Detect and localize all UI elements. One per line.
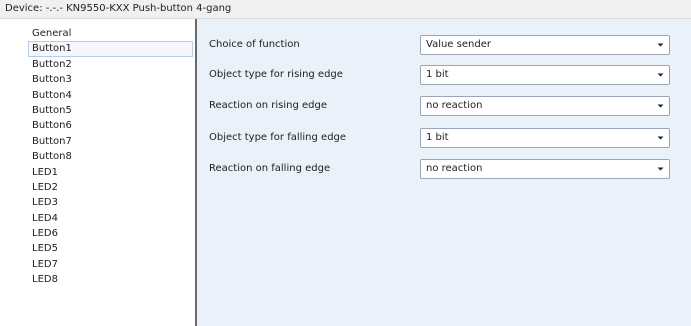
param-label: Object type for falling edge xyxy=(209,132,347,143)
parameter-panel: Choice of function Value sender Object t… xyxy=(197,19,691,326)
sidebar-item-button6[interactable]: Button6 xyxy=(28,118,193,133)
sidebar-item-led7[interactable]: LED7 xyxy=(28,257,193,272)
sidebar-item-button2[interactable]: Button2 xyxy=(28,57,193,72)
parameter-window: Device: -.-.- KN9550-KXX Push-button 4-g… xyxy=(0,0,691,326)
param-row-reaction-rising: Reaction on rising edge no reaction xyxy=(197,96,691,116)
sidebar-item-led2[interactable]: LED2 xyxy=(28,180,193,195)
reaction-falling-dropdown[interactable]: no reaction xyxy=(420,159,670,179)
param-label: Choice of function xyxy=(209,39,300,50)
sidebar-item-led8[interactable]: LED8 xyxy=(28,272,193,287)
dropdown-value: 1 bit xyxy=(426,132,449,143)
sidebar-item-button4[interactable]: Button4 xyxy=(28,88,193,103)
sidebar-item-led6[interactable]: LED6 xyxy=(28,226,193,241)
chevron-down-icon xyxy=(657,167,664,171)
parameter-tree: General Button1 Button2 Button3 Button4 … xyxy=(0,19,195,326)
reaction-rising-dropdown[interactable]: no reaction xyxy=(420,96,670,116)
sidebar-item-button7[interactable]: Button7 xyxy=(28,134,193,149)
sidebar-item-button5[interactable]: Button5 xyxy=(28,103,193,118)
window-title: Device: -.-.- KN9550-KXX Push-button 4-g… xyxy=(5,3,232,14)
param-row-object-type-falling: Object type for falling edge 1 bit xyxy=(197,128,691,148)
sidebar-list: General Button1 Button2 Button3 Button4 … xyxy=(28,26,193,288)
param-label: Reaction on falling edge xyxy=(209,163,331,174)
sidebar-item-button3[interactable]: Button3 xyxy=(28,72,193,87)
sidebar-item-led5[interactable]: LED5 xyxy=(28,241,193,256)
sidebar-item-led4[interactable]: LED4 xyxy=(28,211,193,226)
param-row-object-type-rising: Object type for rising edge 1 bit xyxy=(197,65,691,85)
param-label: Reaction on rising edge xyxy=(209,100,327,111)
param-row-choice-of-function: Choice of function Value sender xyxy=(197,35,691,55)
title-bar: Device: -.-.- KN9550-KXX Push-button 4-g… xyxy=(0,0,691,19)
chevron-down-icon xyxy=(657,73,664,77)
param-label: Object type for rising edge xyxy=(209,69,343,80)
chevron-down-icon xyxy=(657,104,664,108)
dropdown-value: no reaction xyxy=(426,163,483,174)
object-type-rising-dropdown[interactable]: 1 bit xyxy=(420,65,670,85)
dropdown-value: 1 bit xyxy=(426,69,449,80)
sidebar-item-button8[interactable]: Button8 xyxy=(28,149,193,164)
sidebar-item-led3[interactable]: LED3 xyxy=(28,195,193,210)
sidebar-item-general[interactable]: General xyxy=(28,26,193,41)
chevron-down-icon xyxy=(657,43,664,47)
sidebar-item-led1[interactable]: LED1 xyxy=(28,165,193,180)
dropdown-value: Value sender xyxy=(426,39,491,50)
object-type-falling-dropdown[interactable]: 1 bit xyxy=(420,128,670,148)
sidebar-item-button1[interactable]: Button1 xyxy=(28,41,193,57)
dropdown-value: no reaction xyxy=(426,100,483,111)
choice-of-function-dropdown[interactable]: Value sender xyxy=(420,35,670,55)
param-row-reaction-falling: Reaction on falling edge no reaction xyxy=(197,159,691,179)
chevron-down-icon xyxy=(657,136,664,140)
